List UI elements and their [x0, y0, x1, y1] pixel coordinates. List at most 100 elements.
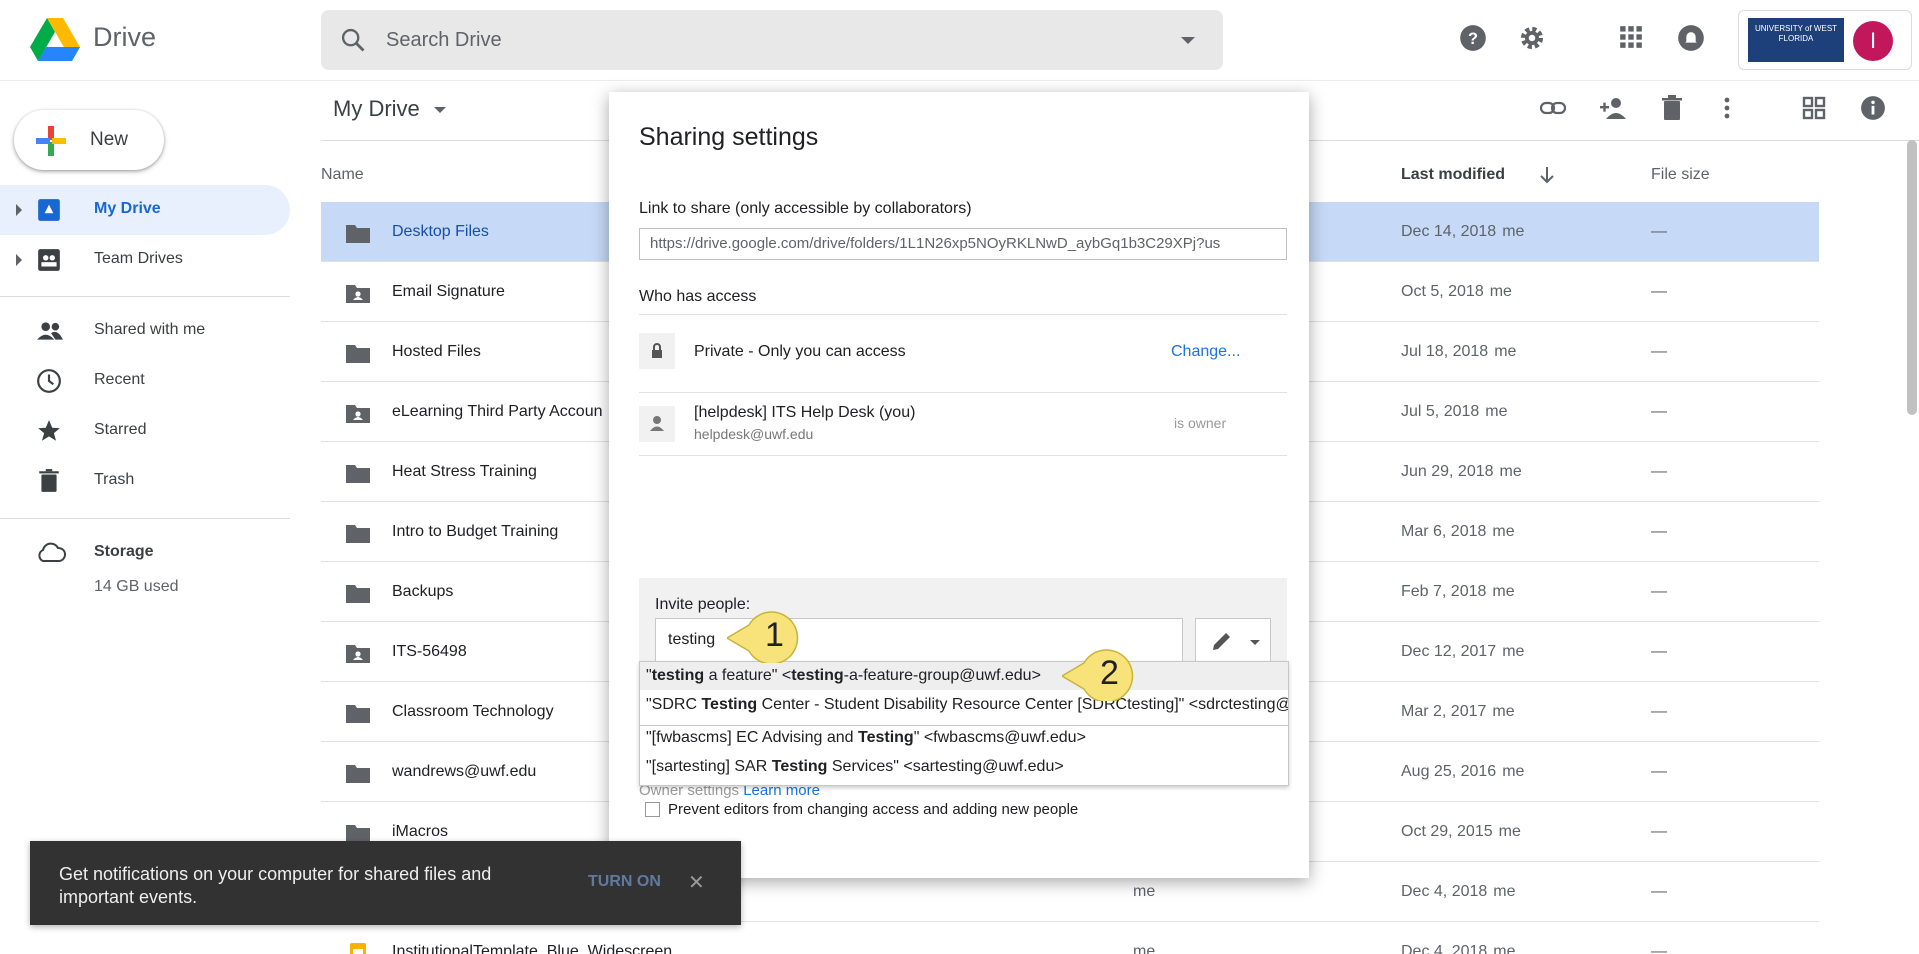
- turn-on-button[interactable]: TURN ON: [588, 873, 661, 891]
- table-row[interactable]: InstitutionalTemplate_Blue_Widescreen me D…: [321, 922, 1819, 954]
- sidebar-item-shared-with-me[interactable]: Shared with me: [0, 306, 290, 356]
- modified-by: me: [1502, 223, 1525, 240]
- file-name: eLearning Third Party Accoun: [392, 403, 603, 420]
- column-header-file-size[interactable]: File size: [1651, 166, 1710, 184]
- sort-arrow-down-icon[interactable]: [1539, 166, 1555, 189]
- column-header-last-modified[interactable]: Last modified: [1401, 166, 1505, 184]
- sidebar-item-starred[interactable]: Starred: [0, 406, 290, 456]
- owner-email: helpdesk@uwf.edu: [694, 426, 814, 442]
- expand-arrow-icon[interactable]: [16, 204, 22, 216]
- permission-dropdown-button[interactable]: [1195, 618, 1271, 662]
- search-options-chevron-down-icon[interactable]: [1181, 37, 1195, 44]
- access-divider: [639, 314, 1287, 315]
- get-link-icon[interactable]: [1539, 96, 1567, 125]
- sidebar-item-label: Trash: [94, 471, 135, 488]
- folder-icon: [345, 762, 371, 789]
- folder-icon: [345, 462, 371, 489]
- more-options-icon[interactable]: [1722, 96, 1732, 125]
- sidebar-item-label: Recent: [94, 371, 145, 388]
- folder-icon: [345, 522, 371, 549]
- cloud-icon: [36, 540, 66, 569]
- search-input[interactable]: Search Drive: [386, 29, 502, 52]
- modified-by: me: [1498, 823, 1521, 840]
- suggestion-item[interactable]: "[sartesting] SAR Testing Services" <sar…: [640, 753, 1288, 781]
- modified-date: Jul 18, 2018: [1401, 343, 1489, 360]
- file-name: wandrews@uwf.edu: [392, 763, 537, 780]
- search-bar[interactable]: Search Drive: [321, 10, 1223, 70]
- my-drive-icon: [36, 197, 62, 228]
- sidebar-item-label: Storage: [94, 543, 154, 560]
- info-icon[interactable]: [1860, 95, 1886, 126]
- suggestion-text: "SDRC: [646, 696, 702, 713]
- person-icon: [639, 406, 675, 442]
- modified-date: Dec 4, 2018: [1401, 943, 1488, 954]
- scrollbar[interactable]: [1907, 140, 1917, 415]
- prevent-editors-option[interactable]: Prevent editors from changing access and…: [645, 801, 1078, 818]
- notifications-bell-icon[interactable]: [1677, 24, 1705, 57]
- suggestion-item[interactable]: "SDRC Testing Center - Student Disabilit…: [640, 691, 1288, 719]
- new-button-label: New: [90, 129, 129, 150]
- modified-date: Feb 7, 2018: [1401, 583, 1487, 600]
- plus-icon: [34, 124, 68, 163]
- share-link-input[interactable]: https://drive.google.com/drive/folders/1…: [639, 228, 1287, 260]
- sidebar-item-recent[interactable]: Recent: [0, 356, 290, 406]
- file-last-modified: Jul 5, 2018 me: [1401, 403, 1508, 421]
- suggestion-item[interactable]: "testing a feature" <testing-a-feature-g…: [640, 662, 1288, 690]
- sidebar-item-my-drive[interactable]: My Drive: [0, 185, 290, 235]
- grid-view-icon[interactable]: [1802, 96, 1826, 125]
- svg-text:?: ?: [1468, 30, 1478, 48]
- file-size: —: [1651, 343, 1667, 360]
- modified-date: Oct 5, 2018: [1401, 283, 1484, 300]
- prevent-editors-checkbox[interactable]: [645, 802, 660, 817]
- change-access-link[interactable]: Change...: [1171, 343, 1240, 361]
- help-icon[interactable]: ?: [1459, 24, 1487, 57]
- team-drives-icon: [36, 247, 62, 278]
- add-person-icon[interactable]: [1598, 95, 1628, 126]
- suggestion-match: Testing: [771, 758, 828, 775]
- access-divider: [639, 392, 1287, 393]
- apps-grid-icon[interactable]: [1618, 24, 1644, 55]
- modified-by: me: [1492, 703, 1515, 720]
- file-size: —: [1651, 523, 1667, 540]
- storage-used-text: 14 GB used: [94, 578, 179, 595]
- folder-icon: [345, 222, 371, 249]
- callout-marker-2: 2: [1060, 645, 1134, 703]
- settings-gear-icon[interactable]: [1518, 24, 1546, 57]
- file-last-modified: Oct 29, 2015 me: [1401, 823, 1521, 841]
- slides-icon: [345, 942, 371, 954]
- suggestion-item[interactable]: "[fwbascms] EC Advising and Testing" <fw…: [640, 724, 1288, 752]
- sidebar-item-storage[interactable]: Storage: [0, 528, 290, 578]
- close-icon[interactable]: ✕: [688, 870, 705, 895]
- delete-icon[interactable]: [1661, 95, 1683, 126]
- file-last-modified: Aug 25, 2016 me: [1401, 763, 1524, 781]
- file-size: —: [1651, 703, 1667, 720]
- new-button[interactable]: New: [14, 110, 164, 170]
- lock-icon: [639, 333, 675, 369]
- sidebar-divider: [0, 518, 290, 519]
- expand-arrow-icon[interactable]: [16, 254, 22, 266]
- search-icon[interactable]: [339, 26, 367, 59]
- access-level-text: Private - Only you can access: [694, 343, 906, 360]
- people-icon: [36, 318, 64, 349]
- sidebar-item-team-drives[interactable]: Team Drives: [0, 235, 290, 285]
- sidebar-item-trash[interactable]: Trash: [0, 456, 290, 506]
- modified-by: me: [1493, 943, 1516, 954]
- sidebar-item-label: Shared with me: [94, 321, 206, 338]
- suggestion-text: Services" <sartesting@uwf.edu>: [827, 758, 1064, 775]
- page-title[interactable]: My Drive: [333, 96, 420, 122]
- account-switcher[interactable]: UNIVERSITY of WEST FLORIDA I: [1738, 10, 1912, 70]
- suggestion-text: "[sartesting] SAR: [646, 758, 772, 775]
- column-header-name[interactable]: Name: [321, 166, 364, 184]
- drive-logo-icon[interactable]: [30, 18, 80, 62]
- chevron-down-icon[interactable]: [434, 107, 446, 113]
- file-last-modified: Dec 14, 2018 me: [1401, 223, 1524, 241]
- header-divider: [0, 80, 1919, 81]
- callout-number: 1: [765, 616, 784, 654]
- callout-marker-1: 1: [725, 607, 799, 665]
- pencil-icon: [1210, 629, 1234, 658]
- file-last-modified: Dec 4, 2018 me: [1401, 883, 1516, 901]
- avatar[interactable]: I: [1853, 21, 1893, 61]
- star-icon: [36, 418, 62, 449]
- file-last-modified: Oct 5, 2018 me: [1401, 283, 1512, 301]
- file-name: Heat Stress Training: [392, 463, 537, 480]
